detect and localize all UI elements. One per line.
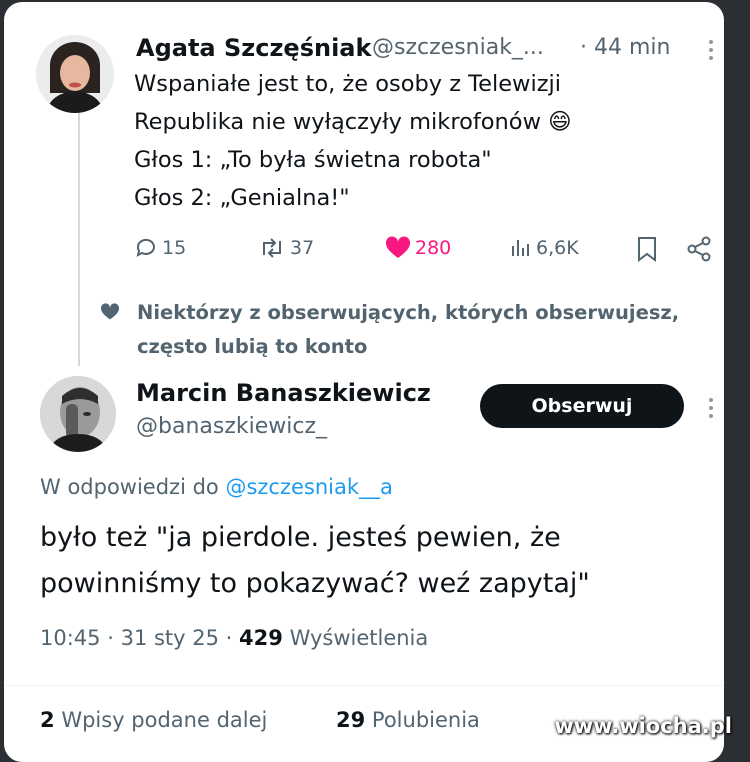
tweet-text-line-4: Głos 2: „Genialna!" (134, 185, 350, 211)
divider (4, 685, 724, 686)
avatar-agata[interactable] (36, 35, 114, 113)
likes-label: Polubienia (371, 708, 480, 732)
author-name[interactable]: Marcin Banaszkiewicz (136, 379, 431, 407)
reposts-stat[interactable]: 2 Wpisy podane dalej (40, 708, 267, 732)
author-name[interactable]: Agata Szczęśniak (136, 34, 371, 62)
views-count: 6,6K (536, 237, 579, 259)
bookmark-button[interactable] (636, 236, 658, 266)
tweet-time[interactable]: · 44 min (580, 35, 670, 60)
share-icon (687, 236, 711, 262)
reply-context-prefix: W odpowiedzi do (40, 475, 219, 499)
likes-count: 29 (336, 708, 366, 732)
tweet-text-line-1: Wspaniałe jest to, że osoby z Telewizji (134, 71, 562, 97)
social-context-line-2: często lubią to konto (137, 335, 368, 358)
share-button[interactable] (686, 236, 712, 266)
tweet-meta: 10:45 · 31 sty 25 · 429 Wyświetlenia (40, 626, 429, 650)
repost-icon (263, 238, 281, 258)
reposts-label: Wpisy podane dalej (61, 708, 268, 732)
tweet-timestamp[interactable]: 10:45 (40, 626, 101, 650)
heart-icon (385, 236, 411, 258)
views-label: Wyświetlenia (289, 626, 429, 650)
reposts-count: 2 (40, 708, 55, 732)
more-options-icon[interactable] (706, 36, 716, 64)
tweet-date[interactable]: 31 sty 25 (121, 626, 219, 650)
reply-icon (136, 238, 155, 257)
reply-count: 15 (162, 237, 187, 259)
analytics-icon (512, 240, 529, 256)
repost-action[interactable]: 37 (258, 236, 314, 260)
social-context-line-1: Niektórzy z obserwujących, których obser… (137, 301, 680, 324)
author-handle[interactable]: @szczesniak_... (372, 35, 544, 60)
reply-to-link[interactable]: @szczesniak__a (225, 475, 392, 499)
follow-button[interactable]: Obserwuj (480, 384, 684, 428)
thread-connector-line (78, 112, 80, 366)
tweet-text-line-1: było też "ja pierdole. jesteś pewien, że (40, 522, 561, 553)
heart-context-icon (100, 303, 120, 325)
author-handle[interactable]: @banaszkiewicz_ (136, 414, 327, 439)
tweet-text-line-2: powinniśmy to pokazywać? weź zapytaj" (40, 568, 590, 599)
views-count: 429 (239, 626, 283, 650)
watermark: www.wiocha.pl (554, 714, 732, 738)
likes-stat[interactable]: 29 Polubienia (336, 708, 480, 732)
tweet-text-line-2: Republika nie wyłączyły mikrofonów 😄 (134, 109, 572, 135)
views-action[interactable]: 6,6K (510, 236, 579, 260)
more-options-icon[interactable] (706, 394, 716, 422)
bookmark-icon (638, 237, 656, 262)
like-count: 280 (415, 237, 452, 259)
tweet-text-line-3: Głos 1: „To była świetna robota" (134, 147, 492, 173)
reply-action[interactable]: 15 (134, 236, 186, 260)
avatar-marcin[interactable] (40, 376, 116, 452)
repost-count: 37 (290, 237, 315, 259)
like-action[interactable]: 280 (385, 236, 451, 260)
reply-context: W odpowiedzi do @szczesniak__a (40, 475, 393, 499)
